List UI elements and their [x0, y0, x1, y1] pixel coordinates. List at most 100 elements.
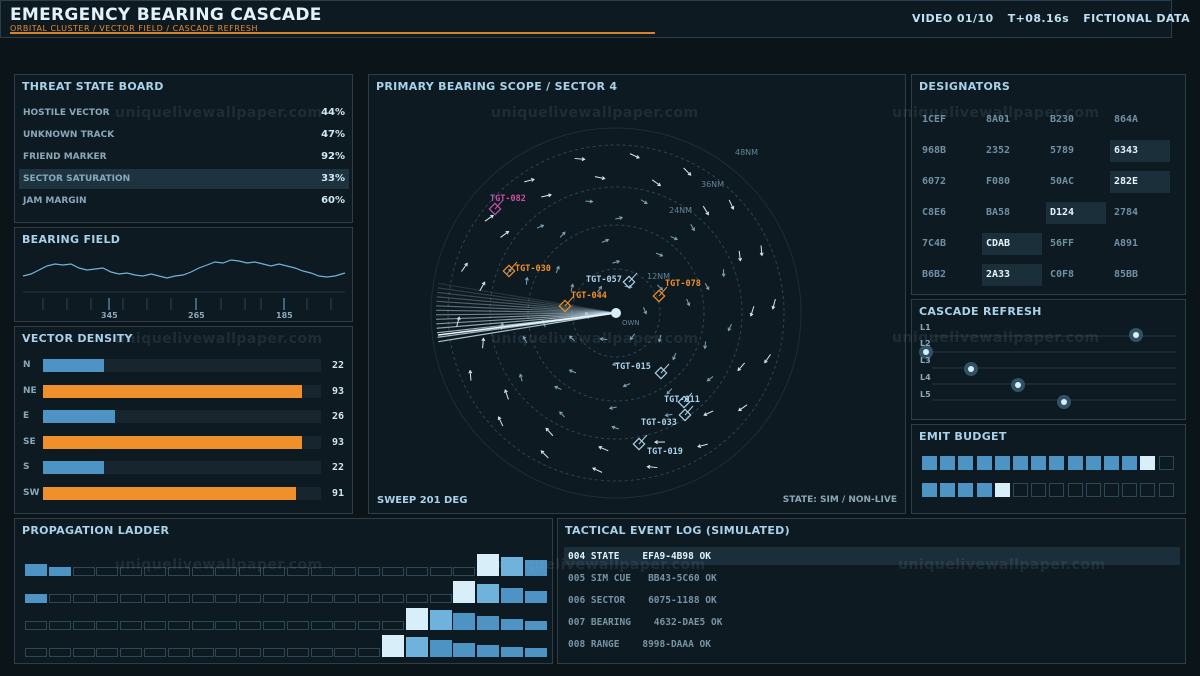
designator-code[interactable]: 8A01 [982, 109, 1042, 131]
designator-code-text: 1CEF [922, 114, 947, 125]
density-value: 91 [331, 487, 344, 499]
sweep-readout: SWEEP 201 DEG [377, 495, 468, 506]
target-label: TGT-057 [586, 275, 622, 285]
ladder-cell [477, 584, 500, 603]
designator-code-text: 2784 [1114, 207, 1139, 218]
designator-code[interactable]: F080 [982, 171, 1042, 193]
designator-code[interactable]: A891 [1110, 233, 1170, 255]
ladder-cell [334, 621, 357, 630]
density-value: 26 [331, 411, 344, 422]
level-label: L1 [920, 323, 931, 332]
designator-code[interactable]: D124 [1046, 202, 1106, 224]
ladder-cell [405, 567, 428, 576]
bearing-tick-label: 345 [101, 311, 118, 320]
designator-code[interactable]: BA58 [982, 202, 1042, 224]
threat-row-label: UNKNOWN TRACK [23, 130, 115, 140]
threat-row-label: HOSTILE VECTOR [23, 108, 110, 118]
designator-code-text: A891 [1114, 238, 1139, 249]
ladder-cell [382, 594, 404, 603]
designator-code-text: 85BB [1114, 269, 1139, 280]
emit-cell [994, 483, 1010, 497]
ladder-cell [144, 648, 166, 657]
designator-code[interactable]: 2784 [1110, 202, 1170, 224]
ladder-cell [144, 621, 166, 630]
density-value: 93 [331, 385, 344, 397]
designator-code[interactable]: 968B [918, 140, 978, 162]
ladder-cell [167, 648, 190, 657]
cascade-refresh-panel: CASCADE REFRESH L1 L2 L3 L4 L5 uniqueliv… [892, 299, 1186, 420]
ladder-cell [524, 591, 547, 603]
ladder-cell [358, 567, 381, 576]
emit-cell [922, 483, 937, 497]
density-track [43, 435, 321, 449]
ladder-cell [405, 608, 428, 630]
designator-code[interactable]: 85BB [1110, 264, 1170, 286]
vector-arrow [461, 263, 468, 272]
vector-arrow [540, 450, 549, 459]
threat-row[interactable]: JAM MARGIN 60% [19, 191, 349, 211]
target-label: TGT-030 [515, 264, 551, 274]
density-value: 93 [331, 436, 344, 448]
log-entry[interactable]: 007 BEARING 4632-DAE5 OK [564, 613, 1180, 631]
log-entry[interactable]: 006 SECTOR 6075-1188 OK [564, 591, 1180, 609]
designator-code[interactable]: C8E6 [918, 202, 978, 224]
designator-code-text: 2A33 [986, 269, 1011, 280]
designator-code-text: 864A [1114, 114, 1139, 125]
density-label: SE [23, 436, 36, 447]
ladder-cell [263, 567, 285, 576]
log-entry[interactable]: 004 STATE EFA9-4B98 OK [564, 547, 1180, 565]
scope-canvas[interactable]: 12NM24NM36NM48NMOWNTGT-082TGT-030TGT-057… [369, 75, 905, 513]
designator-code[interactable]: 6072 [918, 171, 978, 193]
designator-code[interactable]: 2352 [982, 140, 1042, 162]
threat-row-value: 33% [321, 173, 345, 184]
ladder-cell [477, 645, 500, 657]
ladder-cell [25, 648, 47, 657]
target-label: TGT-033 [641, 418, 677, 428]
vector-density-panel: VECTOR DENSITY N 22 NE 93 E 26 SE 93 S 22 SW … [14, 326, 353, 514]
designator-code-text: F080 [986, 176, 1011, 187]
emit-cell [976, 456, 992, 470]
emit-cell [1085, 483, 1101, 497]
ladder-cell [72, 621, 95, 630]
ladder-cell [25, 594, 47, 603]
threat-row[interactable]: SECTOR SATURATION 33% [19, 169, 349, 189]
designator-code[interactable]: 56FF [1046, 233, 1106, 255]
vector-arrow [737, 362, 746, 371]
vector-arrow [764, 354, 771, 363]
designator-code-text: 50AC [1050, 176, 1075, 187]
ladder-cell [191, 567, 214, 576]
ladder-cell [215, 567, 238, 576]
designator-code[interactable]: 7C4B [918, 233, 978, 255]
emit-cell [940, 456, 956, 470]
propagation-ladder-title: PROPAGATION LADDER [22, 524, 170, 537]
designator-code[interactable]: CDAB [982, 233, 1042, 255]
ladder-cell [334, 567, 357, 576]
threat-state-board: THREAT STATE BOARD HOSTILE VECTOR 44% UNK… [14, 74, 353, 223]
designator-code[interactable]: 1CEF [918, 109, 978, 131]
designator-code[interactable]: 2A33 [982, 264, 1042, 286]
density-row: N 22 [15, 355, 351, 375]
sweep-line [438, 312, 617, 343]
emit-cell [1067, 483, 1083, 497]
designator-code[interactable]: B6B2 [918, 264, 978, 286]
log-entry[interactable]: 008 RANGE 8998-DAAA OK [564, 635, 1180, 653]
designator-code[interactable]: C0F8 [1046, 264, 1106, 286]
target-label: TGT-011 [664, 395, 700, 405]
designator-code[interactable]: B230 [1046, 109, 1106, 131]
threat-row[interactable]: FRIEND MARKER 92% [19, 147, 349, 167]
designator-code[interactable]: 6343 [1110, 140, 1170, 162]
emit-cell [940, 483, 956, 497]
threat-row[interactable]: HOSTILE VECTOR 44% [19, 103, 349, 123]
designator-code[interactable]: 282E [1110, 171, 1170, 193]
ladder-cell [477, 616, 500, 630]
ladder-cell [334, 594, 357, 603]
designator-code[interactable]: 50AC [1046, 171, 1106, 193]
designator-code-text: 282E [1114, 176, 1139, 187]
log-entry[interactable]: 005 SIM CUE BB43-5C60 OK [564, 569, 1180, 587]
threat-row[interactable]: UNKNOWN TRACK 47% [19, 125, 349, 145]
ladder-cell [120, 567, 143, 576]
designator-code-text: B230 [1050, 114, 1075, 125]
designator-code[interactable]: 864A [1110, 109, 1170, 131]
designator-code[interactable]: 5789 [1046, 140, 1106, 162]
density-row: SW 91 [15, 483, 351, 503]
